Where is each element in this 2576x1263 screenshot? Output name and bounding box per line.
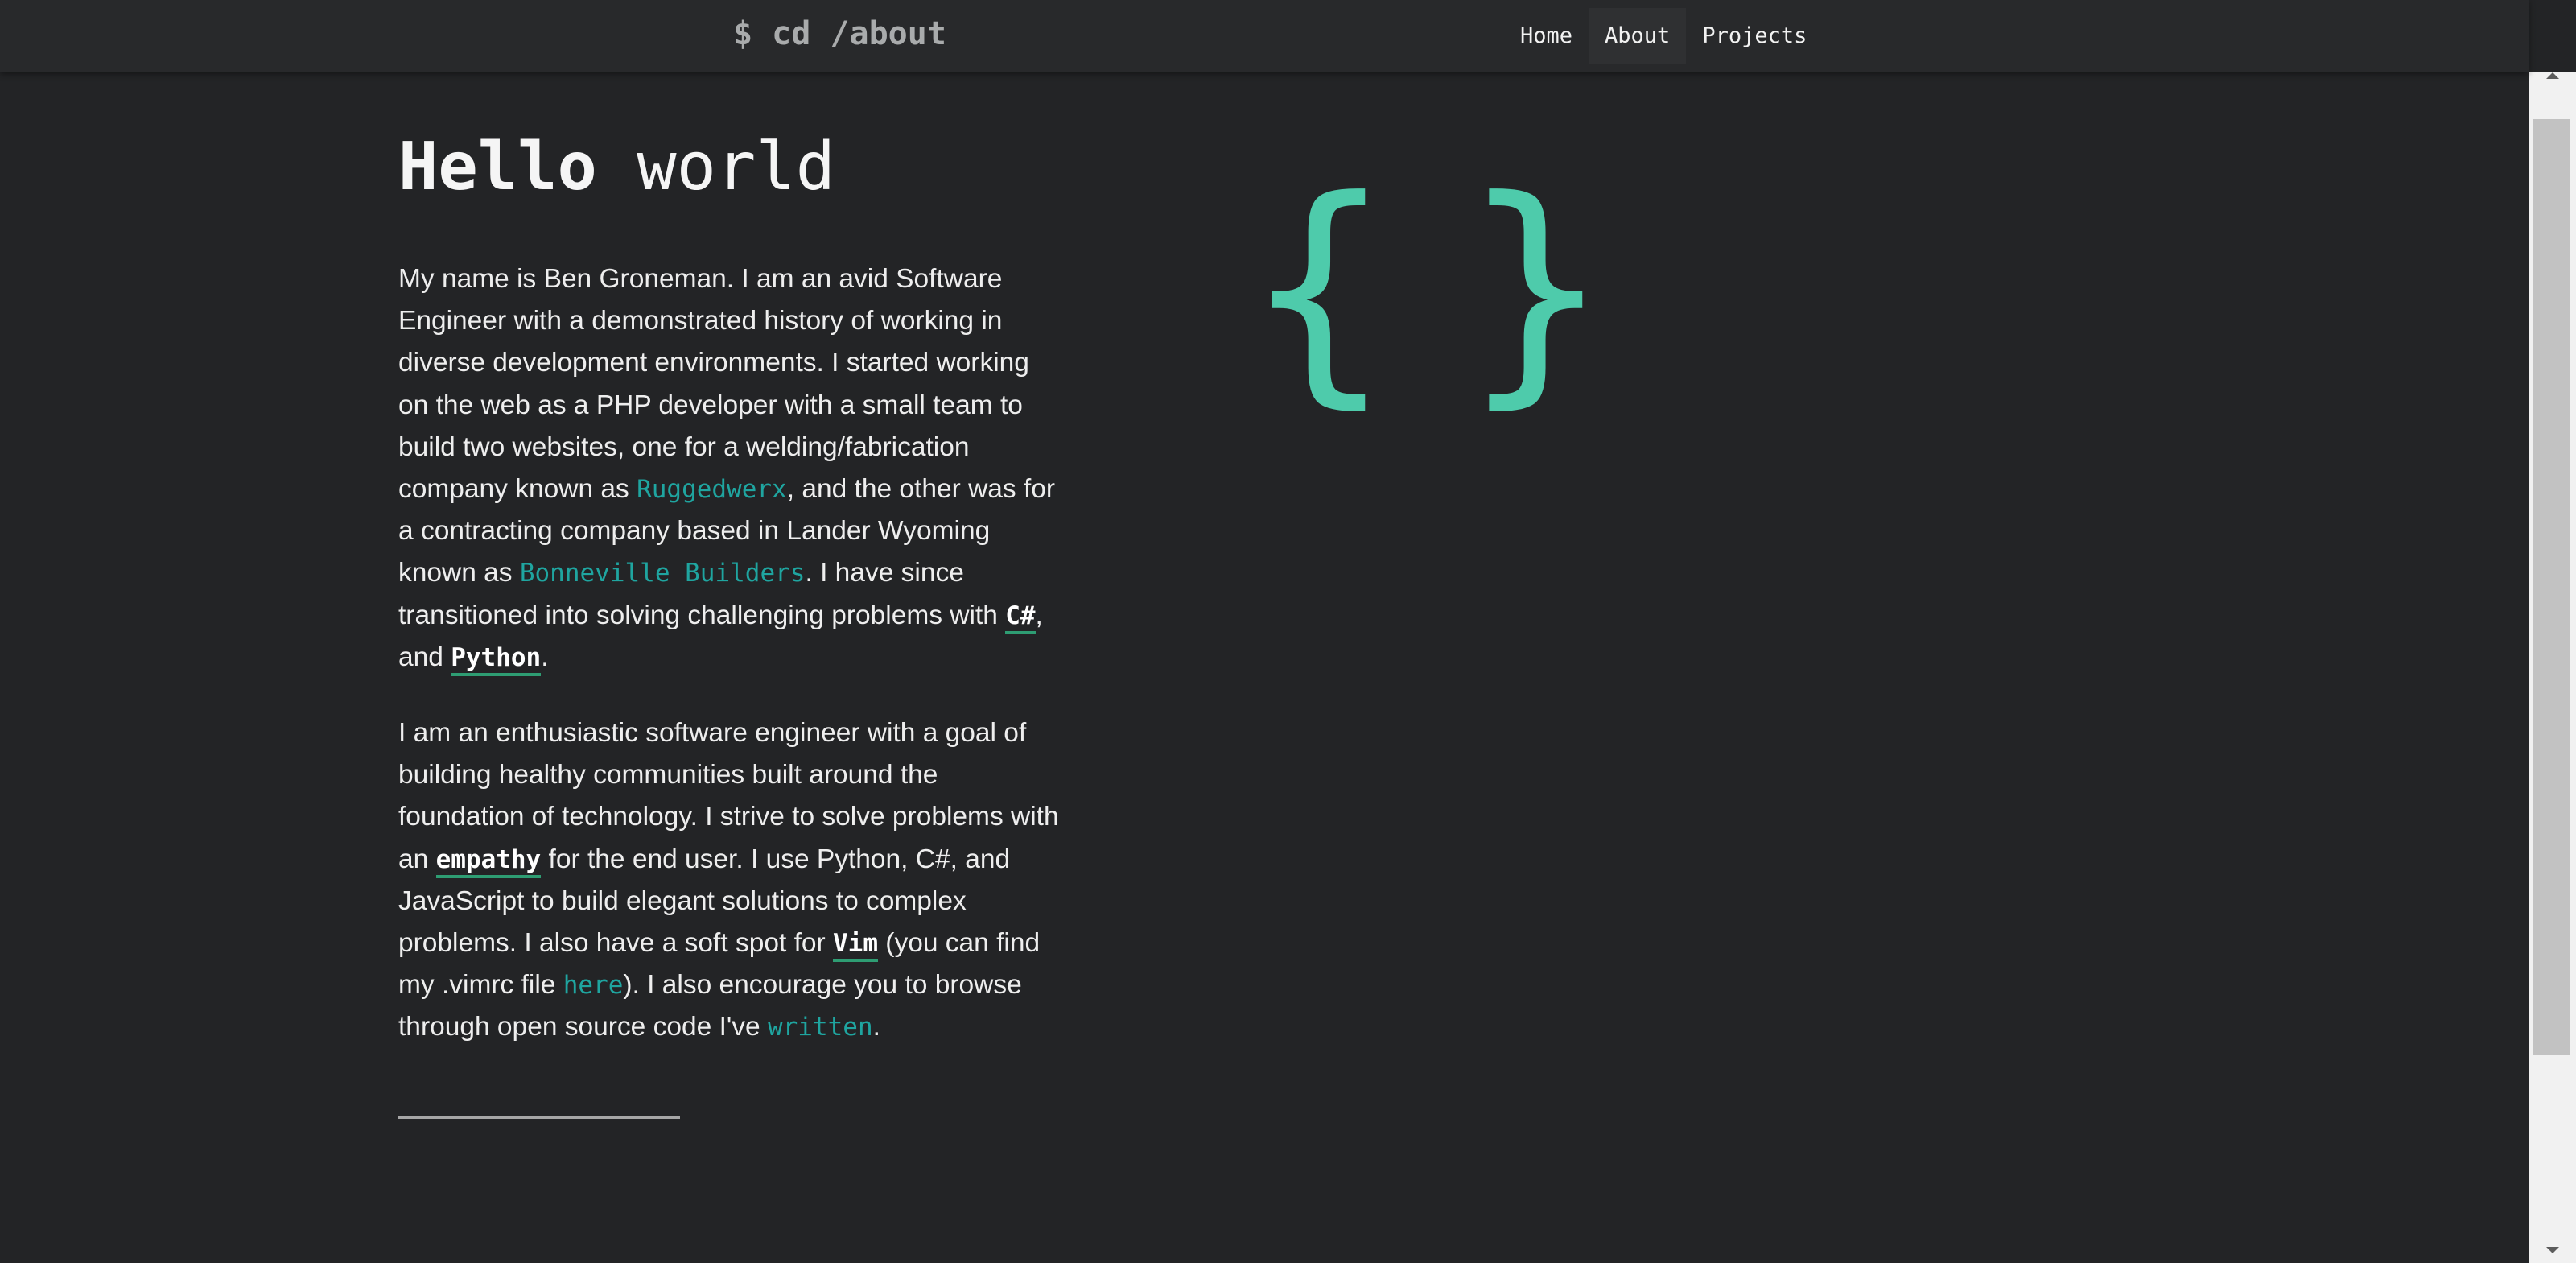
scroll-up-icon[interactable] — [2546, 72, 2559, 79]
section-divider — [398, 1116, 680, 1119]
top-navbar: $ cd /about Home About Projects — [0, 0, 2529, 72]
intro-paragraph: My name is Ben Groneman. I am an avid So… — [398, 258, 1066, 679]
open-source-link[interactable]: written — [768, 1013, 873, 1042]
vimrc-link[interactable]: here — [563, 971, 624, 1000]
goals-paragraph: I am an enthusiastic software engineer w… — [398, 712, 1066, 1049]
paragraph-text: . — [872, 1012, 880, 1042]
left-brace: { — [1246, 185, 1391, 419]
site-title[interactable]: $ cd /about — [733, 13, 946, 55]
keyword-empathy: empathy — [435, 844, 542, 878]
nav-about[interactable]: About — [1589, 8, 1687, 64]
title-bold: Hello — [398, 129, 597, 205]
nav-projects[interactable]: Projects — [1686, 8, 1823, 64]
page-title: Hello world — [398, 121, 1066, 214]
keyword-python: Python — [451, 642, 542, 676]
keyword-vim: Vim — [833, 929, 878, 963]
keyword-csharp: C# — [1005, 601, 1036, 634]
about-content: Hello world My name is Ben Groneman. I a… — [398, 121, 1066, 1049]
bonneville-builders-link[interactable]: Bonneville Builders — [520, 559, 806, 588]
scroll-down-icon[interactable] — [2546, 1247, 2559, 1253]
page-scrollbar[interactable] — [2529, 72, 2576, 1263]
nav-home[interactable]: Home — [1504, 8, 1589, 64]
scrollbar-thumb[interactable] — [2533, 119, 2570, 1055]
curly-braces-icon: { } — [1246, 185, 1608, 419]
title-rest: world — [596, 129, 836, 205]
right-brace: } — [1463, 185, 1608, 419]
ruggedwerx-link[interactable]: Ruggedwerx — [637, 475, 787, 504]
main-nav: Home About Projects — [1504, 8, 1823, 64]
paragraph-text: My name is Ben Groneman. I am an avid So… — [398, 264, 1029, 505]
paragraph-text: . — [541, 642, 549, 672]
